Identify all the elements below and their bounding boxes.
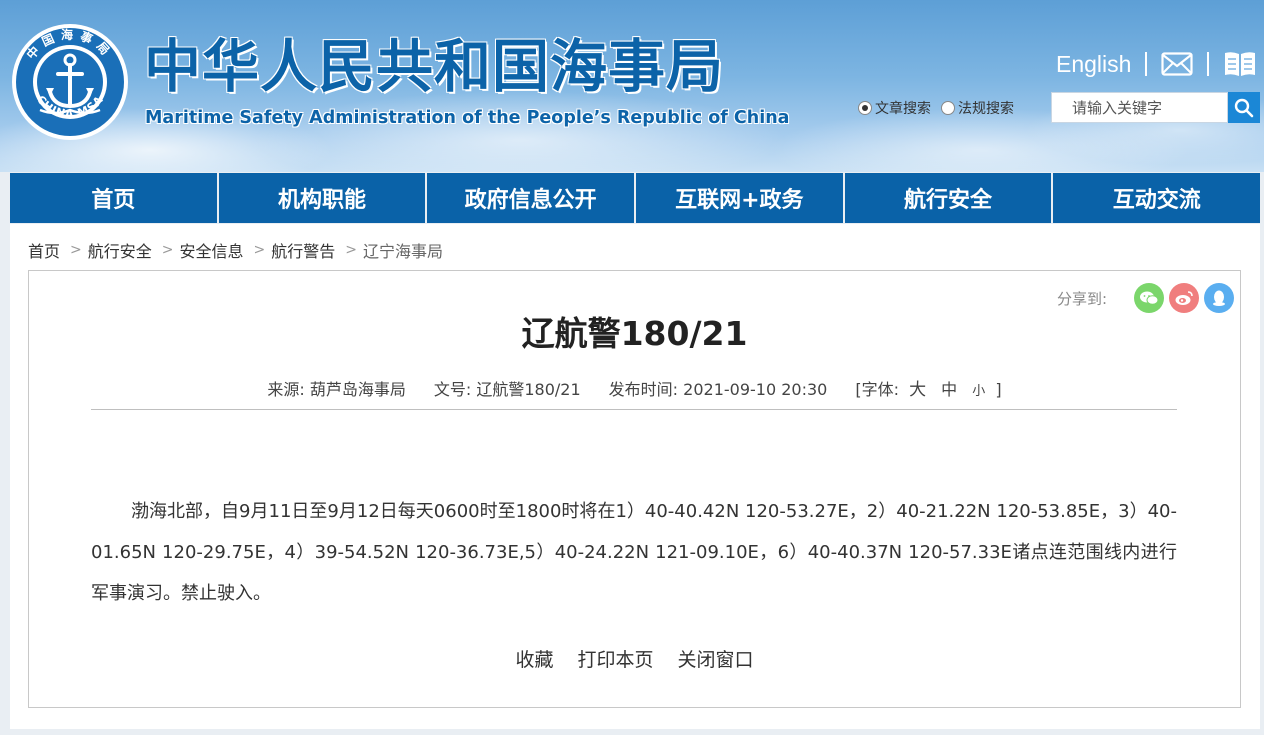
chevron-right-icon: > (70, 242, 82, 258)
article-meta: 来源: 葫芦岛海事局 文号: 辽航警180/21 发布时间: 2021-09-1… (29, 375, 1240, 401)
article-container: 分享到: 辽航警180/21 来源: 葫芦岛海事局 文号: 辽航警180/21 … (28, 270, 1241, 708)
breadcrumb-item[interactable]: 安全信息 (180, 238, 244, 262)
search-icon (1234, 98, 1254, 117)
chevron-right-icon: > (161, 242, 174, 258)
search-input[interactable]: 请输入关键字 (1051, 92, 1228, 123)
print-button[interactable]: 打印本页 (577, 645, 653, 672)
article-actions: 收藏 打印本页 关闭窗口 (29, 645, 1240, 672)
meta-time-label: 发布时间: (608, 379, 679, 399)
radio-selected-indicator (858, 101, 872, 115)
close-window-button[interactable]: 关闭窗口 (678, 645, 754, 672)
top-links: English (1056, 48, 1257, 80)
article-title: 辽航警180/21 (521, 314, 748, 353)
nav-item-nav-safety[interactable]: 航行安全 (845, 173, 1054, 223)
english-link[interactable]: English (1056, 51, 1131, 78)
nav-item-internet-gov[interactable]: 互联网+政务 (636, 173, 845, 223)
breadcrumb: 首页 > 航行安全 > 安全信息 > 航行警告 > 辽宁海事局 (28, 238, 443, 262)
meta-source: 来源: 葫芦岛海事局 (267, 376, 406, 400)
search-button[interactable] (1228, 92, 1260, 123)
font-size-large[interactable]: 大 (909, 380, 926, 400)
radio-label: 文章搜索 (875, 101, 931, 117)
breadcrumb-item[interactable]: 航行警告 (271, 238, 335, 262)
site-title-en: Maritime Safety Administration of the Pe… (145, 108, 790, 128)
separator (1207, 52, 1210, 76)
favorite-button[interactable]: 收藏 (515, 645, 553, 672)
main-content: 首页 > 航行安全 > 安全信息 > 航行警告 > 辽宁海事局 分享到: 辽航警… (10, 224, 1260, 729)
book-icon[interactable] (1223, 50, 1257, 78)
nav-item-home[interactable]: 首页 (10, 173, 219, 223)
chevron-right-icon: > (345, 242, 357, 258)
meta-doc-value: 辽航警180/21 (476, 379, 581, 399)
nav-item-gov-info[interactable]: 政府信息公开 (427, 173, 637, 223)
article-body: 渤海北部，自9月11日至9月12日每天0600时至1800时将在1）40-40.… (91, 501, 1177, 604)
search-type-options: 文章搜索 法规搜索 (858, 96, 1024, 120)
meta-doc-no: 文号: 辽航警180/21 (434, 376, 581, 400)
meta-source-value: 葫芦岛海事局 (309, 379, 406, 399)
share-label: 分享到: (1056, 289, 1107, 308)
nav-item-interaction[interactable]: 互动交流 (1053, 173, 1260, 223)
divider (91, 409, 1177, 410)
radio-law-search[interactable]: 法规搜索 (941, 98, 1014, 118)
chevron-right-icon: > (253, 242, 266, 258)
radio-indicator (941, 101, 955, 115)
main-nav: 首页 机构职能 政府信息公开 互联网+政务 航行安全 互动交流 (10, 173, 1260, 223)
nav-item-functions[interactable]: 机构职能 (219, 173, 428, 223)
font-size-small[interactable]: 小 (972, 384, 985, 399)
site-title-cn: 中华人民共和国海事局 (144, 34, 724, 100)
radio-label: 法规搜索 (958, 101, 1014, 117)
mail-icon[interactable] (1161, 52, 1194, 76)
site-header: 中国海事局 CHINA MSA 中华人民共和国海事局 Maritime Safe… (0, 0, 1264, 172)
radio-article-search[interactable]: 文章搜索 (858, 98, 931, 118)
meta-source-label: 来源: (267, 379, 305, 399)
china-msa-logo[interactable]: 中国海事局 CHINA MSA (10, 22, 130, 142)
meta-time-value: 2021-09-10 20:30 (683, 379, 828, 399)
font-size-medium[interactable]: 中 (941, 380, 957, 399)
meta-time: 发布时间: 2021-09-10 20:30 (609, 376, 828, 400)
font-size-close: ] (995, 380, 1002, 399)
font-size-control: [字体: 大 中 小 ] (855, 375, 1001, 400)
meta-doc-label: 文号: (433, 379, 472, 399)
breadcrumb-item-current[interactable]: 辽宁海事局 (363, 238, 443, 262)
breadcrumb-item[interactable]: 首页 (28, 238, 60, 262)
separator (1145, 52, 1148, 76)
font-size-label: [字体: (855, 380, 899, 399)
breadcrumb-item[interactable]: 航行安全 (88, 238, 152, 262)
